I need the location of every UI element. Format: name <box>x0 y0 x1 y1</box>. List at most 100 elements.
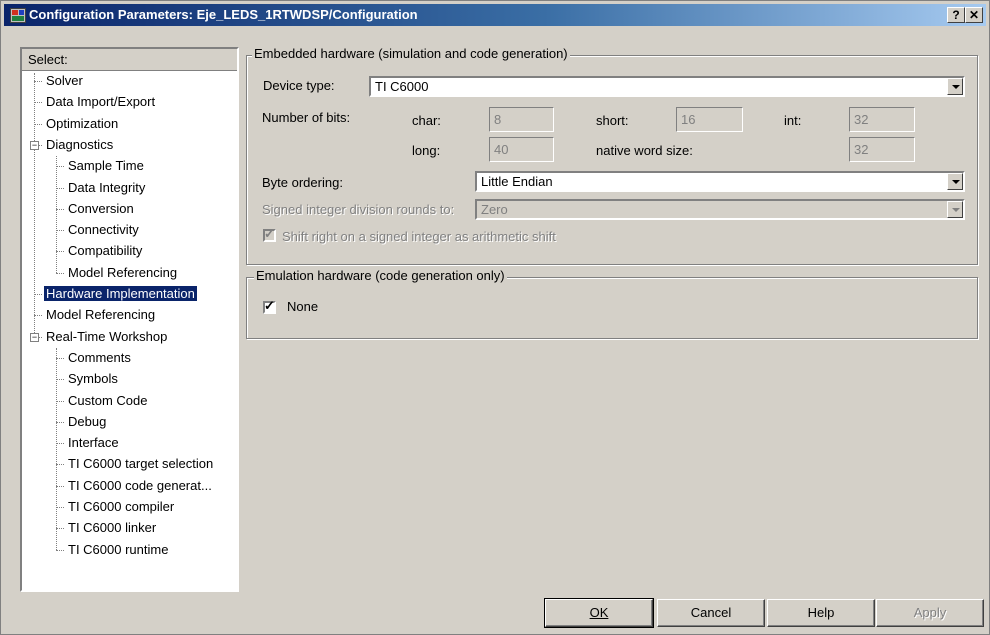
short-bits-value: 16 <box>681 112 696 127</box>
tree-item-custom-code[interactable]: Custom Code <box>66 391 149 410</box>
char-bits-value: 8 <box>494 112 502 127</box>
tree-item-label: Debug <box>68 413 107 429</box>
chevron-down-icon[interactable] <box>947 78 963 95</box>
none-checkbox[interactable]: ✓ <box>263 298 276 314</box>
embedded-hardware-legend: Embedded hardware (simulation and code g… <box>252 46 570 61</box>
short-label: short: <box>596 113 629 128</box>
tree-item-symbols[interactable]: Symbols <box>66 369 120 388</box>
apply-button-label: Apply <box>913 605 947 620</box>
tree-item-label: TI C6000 linker <box>68 520 157 536</box>
long-bits-value: 40 <box>494 142 509 157</box>
tree-item-label: Model Referencing <box>68 264 178 280</box>
tree-item-data-integrity[interactable]: Data Integrity <box>66 178 147 197</box>
tree-item-label: TI C6000 compiler <box>68 499 175 514</box>
device-type-label: Device type: <box>263 78 335 93</box>
tree-item-label: Sample Time <box>68 158 144 174</box>
tree-item-ti-c6000-runtime[interactable]: TI C6000 runtime <box>66 540 170 559</box>
byte-ordering-label: Byte ordering: <box>262 175 343 190</box>
char-bits-field: 8 <box>489 107 554 132</box>
tree-item-label: Interface <box>68 435 119 451</box>
tree-item-optimization[interactable]: Optimization <box>44 114 120 133</box>
tree-item-label: Model Referencing <box>46 307 156 323</box>
window-title: Configuration Parameters: Eje_LEDS_1RTWD… <box>29 7 418 22</box>
apply-button: Apply <box>876 599 984 627</box>
tree-item-conversion[interactable]: Conversion <box>66 199 136 218</box>
tree-item-label: TI C6000 code generat... <box>68 477 212 493</box>
tree-item-diagnostics[interactable]: Diagnostics <box>44 135 115 154</box>
signed-division-dropdown: Zero <box>475 199 965 220</box>
char-label: char: <box>412 113 441 128</box>
tree-item-label: Optimization <box>46 115 119 131</box>
collapse-toggle-icon[interactable]: − <box>30 332 39 342</box>
tree-item-label: Diagnostics <box>46 136 114 152</box>
help-button-label: Help <box>807 605 835 620</box>
tree-item-solver[interactable]: Solver <box>44 71 85 90</box>
signed-division-label: Signed integer division rounds to: <box>262 202 455 217</box>
tree-item-label: Solver <box>46 73 83 88</box>
tree-item-label: Custom Code <box>68 392 148 408</box>
tree-item-label: Connectivity <box>68 222 139 238</box>
native-word-size-field: 32 <box>849 137 915 162</box>
byte-ordering-value: Little Endian <box>481 174 553 189</box>
int-label: int: <box>784 113 802 128</box>
short-bits-field: 16 <box>676 107 743 132</box>
tree-item-hardware-implementation[interactable]: Hardware Implementation <box>44 284 197 303</box>
none-label: None <box>287 299 319 314</box>
tree-item-label: TI C6000 runtime <box>68 541 169 557</box>
tree-item-label: Data Import/Export <box>46 94 156 110</box>
tree-item-interface[interactable]: Interface <box>66 433 121 452</box>
byte-ordering-dropdown[interactable]: Little Endian <box>475 171 965 192</box>
long-bits-field: 40 <box>489 137 554 162</box>
help-button[interactable]: Help <box>767 599 875 627</box>
check-icon: ✓ <box>264 226 275 241</box>
ok-button[interactable]: OK <box>544 598 654 628</box>
tree-item-model-referencing[interactable]: Model Referencing <box>44 305 157 324</box>
title-bar[interactable]: Configuration Parameters: Eje_LEDS_1RTWD… <box>4 4 986 26</box>
tree-item-label: Data Integrity <box>68 179 146 195</box>
emulation-hardware-legend: Emulation hardware (code generation only… <box>254 268 507 283</box>
close-title-button[interactable]: ✕ <box>965 7 983 23</box>
cancel-button[interactable]: Cancel <box>657 599 765 627</box>
signed-division-value: Zero <box>481 202 508 217</box>
chevron-down-icon <box>947 201 963 218</box>
check-icon: ✓ <box>264 298 275 313</box>
tree-item-real-time-workshop[interactable]: Real-Time Workshop <box>44 327 169 346</box>
tree-header: Select: <box>22 49 237 71</box>
chevron-down-icon[interactable] <box>947 173 963 190</box>
tree-item-ti-c6000-target-selection[interactable]: TI C6000 target selection <box>66 454 215 473</box>
collapse-toggle-icon[interactable]: − <box>30 140 39 150</box>
tree-item-compatibility[interactable]: Compatibility <box>66 241 144 260</box>
tree-item-ti-c6000-code-generat[interactable]: TI C6000 code generat... <box>66 476 214 495</box>
tree-item-label: Symbols <box>68 371 118 387</box>
shift-right-checkbox: ✓ <box>263 226 276 242</box>
tree-item-label: Hardware Implementation <box>44 286 197 301</box>
device-type-value: TI C6000 <box>375 79 429 94</box>
tree-item-label: Conversion <box>68 200 134 216</box>
tree-item-debug[interactable]: Debug <box>66 412 108 431</box>
help-title-button[interactable]: ? <box>947 7 965 23</box>
simulink-app-icon <box>10 8 26 23</box>
device-type-dropdown[interactable]: TI C6000 <box>369 76 965 97</box>
tree-item-ti-c6000-linker[interactable]: TI C6000 linker <box>66 518 158 537</box>
native-word-size-label: native word size: <box>596 143 693 158</box>
ok-button-label: OK <box>589 605 609 620</box>
emulation-hardware-group <box>246 277 978 339</box>
tree-item-connectivity[interactable]: Connectivity <box>66 220 141 239</box>
tree-item-label: Real-Time Workshop <box>46 328 168 344</box>
tree-item-label: Comments <box>68 349 131 365</box>
number-of-bits-label: Number of bits: <box>262 110 351 125</box>
tree-item-comments[interactable]: Comments <box>66 348 133 367</box>
tree-item-model-referencing[interactable]: Model Referencing <box>66 263 179 282</box>
tree-item-data-import-export[interactable]: Data Import/Export <box>44 92 157 111</box>
cancel-button-label: Cancel <box>690 605 732 620</box>
tree-item-label: Compatibility <box>68 243 143 259</box>
shift-right-label: Shift right on a signed integer as arith… <box>282 229 556 244</box>
tree-item-sample-time[interactable]: Sample Time <box>66 156 146 175</box>
category-tree[interactable]: Select: Solver Data Import/Export Optimiza… <box>20 47 239 592</box>
config-dialog: Configuration Parameters: Eje_LEDS_1RTWD… <box>0 0 990 635</box>
int-bits-value: 32 <box>854 112 869 127</box>
int-bits-field: 32 <box>849 107 915 132</box>
tree-item-ti-c6000-compiler[interactable]: TI C6000 compiler <box>66 497 176 516</box>
tree-item-label: TI C6000 target selection <box>68 456 214 472</box>
native-word-size-value: 32 <box>854 142 869 157</box>
